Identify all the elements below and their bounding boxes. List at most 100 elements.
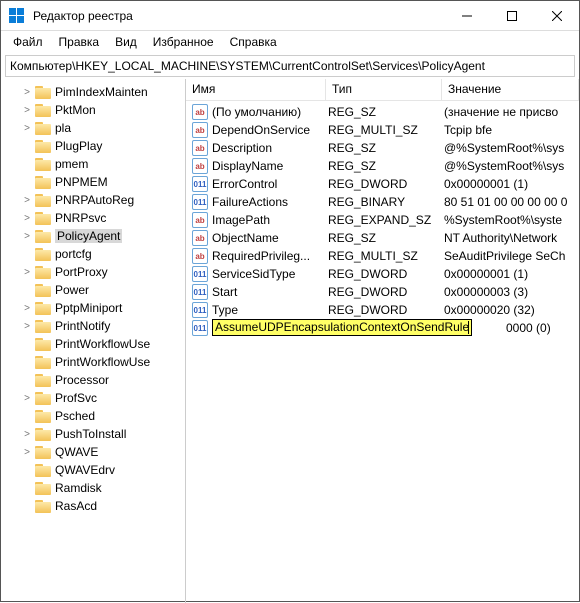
expander-icon[interactable]: > [21,105,33,116]
expander-icon[interactable]: > [21,447,33,458]
value-data: @%SystemRoot%\sys [444,159,579,173]
column-value[interactable]: Значение [442,79,579,100]
value-type: REG_DWORD [328,285,444,299]
tree-item[interactable]: RasAcd [1,497,185,515]
folder-icon [35,446,51,459]
value-type: REG_SZ [328,159,444,173]
tree-item[interactable]: QWAVEdrv [1,461,185,479]
list-row[interactable]: abRequiredPrivileg...REG_MULTI_SZSeAudit… [186,247,579,265]
tree-item-label: RasAcd [55,499,97,513]
column-name[interactable]: Имя [186,79,326,100]
value-type: REG_EXPAND_SZ [328,213,444,227]
folder-icon [35,194,51,207]
tree-item[interactable]: >ProfSvc [1,389,185,407]
binary-value-icon: 011 [192,284,208,300]
expander-icon[interactable]: > [21,87,33,98]
tree-item[interactable]: > PNRPsvc [1,209,185,227]
tree-item[interactable]: >PrintNotify [1,317,185,335]
tree-item-label: PimIndexMainten [55,85,148,99]
tree-item-label: PNRPsvc [55,211,106,225]
expander-icon[interactable]: > [21,213,33,224]
tree-item[interactable]: Psched [1,407,185,425]
folder-icon [35,176,51,189]
menu-favorites[interactable]: Избранное [145,33,222,51]
expander-icon[interactable]: > [21,321,33,332]
list-row[interactable]: 011ServiceSidTypeREG_DWORD0x00000001 (1) [186,265,579,283]
value-type: REG_SZ [328,141,444,155]
list-row[interactable]: 011FailureActionsREG_BINARY80 51 01 00 0… [186,193,579,211]
tree-item[interactable]: >pla [1,119,185,137]
tree-item[interactable]: PlugPlay [1,137,185,155]
tree-item[interactable]: PNPMEM [1,173,185,191]
rename-input[interactable]: AssumeUDPEncapsulationContextOnSendRule [212,319,472,336]
tree-item[interactable]: >PptpMiniport [1,299,185,317]
tree-item[interactable]: >PktMon [1,101,185,119]
value-name: DisplayName [212,159,328,173]
close-button[interactable] [534,1,579,31]
list-header: Имя Тип Значение [186,79,579,101]
tree-item[interactable]: >PNRPAutoReg [1,191,185,209]
value-data: 0x00000001 (1) [444,267,579,281]
tree-item[interactable]: PrintWorkflowUse [1,335,185,353]
binary-value-icon: 011 [192,266,208,282]
expander-icon[interactable]: > [21,195,33,206]
value-type: REG_MULTI_SZ [328,249,444,263]
list-row[interactable]: abImagePathREG_EXPAND_SZ%SystemRoot%\sys… [186,211,579,229]
tree-item[interactable]: portcfg [1,245,185,263]
menu-help[interactable]: Справка [222,33,285,51]
tree-item-label: PrintWorkflowUse [55,337,150,351]
list-row[interactable]: 011ErrorControlREG_DWORD0x00000001 (1) [186,175,579,193]
binary-value-icon: 011 [192,320,208,336]
tree-item[interactable]: >PolicyAgent [1,227,185,245]
expander-icon[interactable]: > [21,429,33,440]
tree-item[interactable]: Ramdisk [1,479,185,497]
menu-edit[interactable]: Правка [51,33,108,51]
address-bar[interactable]: Компьютер\HKEY_LOCAL_MACHINE\SYSTEM\Curr… [5,55,575,77]
maximize-button[interactable] [489,1,534,31]
tree-item-label: portcfg [55,247,92,261]
value-type: REG_MULTI_SZ [328,123,444,137]
tree-item[interactable]: >PushToInstall [1,425,185,443]
minimize-button[interactable] [444,1,489,31]
folder-icon [35,158,51,171]
value-name: ObjectName [212,231,328,245]
list-row[interactable]: abDisplayNameREG_SZ@%SystemRoot%\sys [186,157,579,175]
column-type[interactable]: Тип [326,79,442,100]
tree-item[interactable]: Power [1,281,185,299]
expander-icon[interactable]: > [21,393,33,404]
list-row[interactable]: abDependOnServiceREG_MULTI_SZTcpip bfe [186,121,579,139]
tree-item[interactable]: > PortProxy [1,263,185,281]
value-data: @%SystemRoot%\sys [444,141,579,155]
menu-view[interactable]: Вид [107,33,145,51]
folder-icon [35,500,51,513]
tree-item[interactable]: PrintWorkflowUse [1,353,185,371]
tree-item-label: PortProxy [55,265,108,279]
list-row[interactable]: ab(По умолчанию)REG_SZ(значение не присв… [186,103,579,121]
folder-icon [35,338,51,351]
tree-item[interactable]: Processor [1,371,185,389]
value-name: (По умолчанию) [212,105,328,119]
titlebar: Редактор реестра [1,1,579,31]
expander-icon[interactable]: > [21,303,33,314]
value-type: REG_SZ [328,231,444,245]
list-body: ab(По умолчанию)REG_SZ(значение не присв… [186,101,579,337]
expander-icon[interactable]: > [21,231,33,242]
tree-item[interactable]: pmem [1,155,185,173]
tree-item-label: Processor [55,373,109,387]
tree-item[interactable]: > PimIndexMainten [1,83,185,101]
expander-icon[interactable]: > [21,267,33,278]
list-row-editing[interactable]: 011AssumeUDPEncapsulationContextOnSendRu… [186,319,579,337]
list-row[interactable]: abDescriptionREG_SZ@%SystemRoot%\sys [186,139,579,157]
expander-icon[interactable]: > [21,123,33,134]
tree-item-label: QWAVE [55,445,98,459]
tree-item-label: Ramdisk [55,481,102,495]
list-row[interactable]: abObjectNameREG_SZNT Authority\Network [186,229,579,247]
folder-icon [35,266,51,279]
list-row[interactable]: 011StartREG_DWORD0x00000003 (3) [186,283,579,301]
tree-item[interactable]: > QWAVE [1,443,185,461]
tree-panel[interactable]: >PimIndexMainten>PktMon>plaPlugPlaypmemP… [1,79,186,603]
list-row[interactable]: 011TypeREG_DWORD0x00000020 (32) [186,301,579,319]
folder-icon [35,428,51,441]
tree-item-label: PlugPlay [55,139,102,153]
menu-file[interactable]: Файл [5,33,51,51]
